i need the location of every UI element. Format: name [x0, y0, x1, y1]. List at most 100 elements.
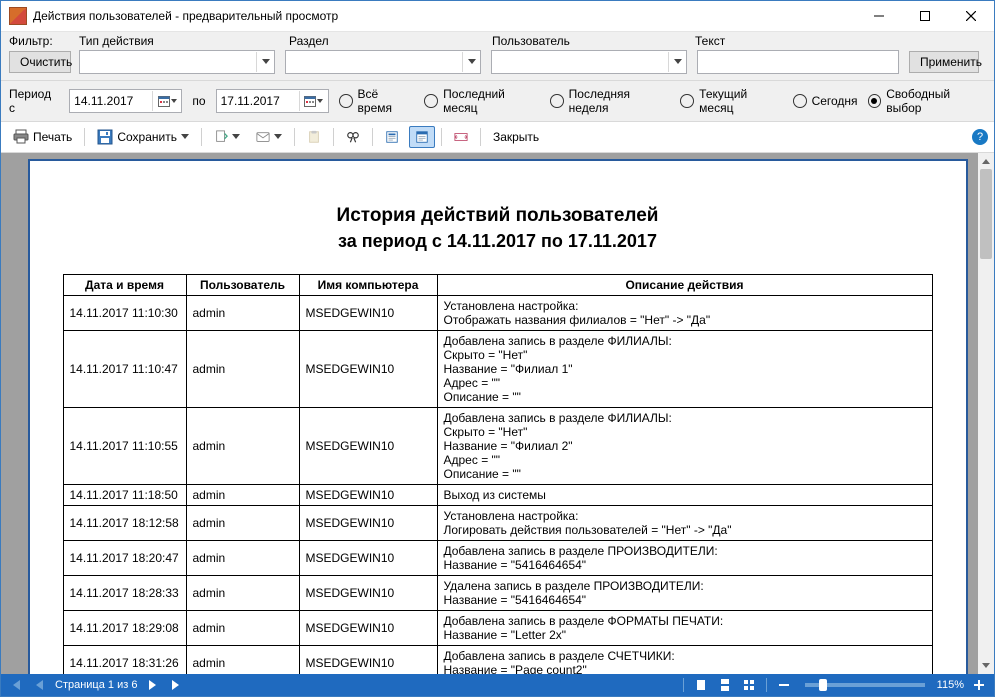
- table-row: 14.11.2017 18:28:33adminMSEDGEWIN10Удале…: [63, 576, 932, 611]
- report-subtitle: за период с 14.11.2017 по 17.11.2017: [50, 231, 946, 252]
- radio-icon: [680, 94, 694, 108]
- radio-last-week[interactable]: Последняя неделя: [550, 87, 671, 115]
- view-single-button[interactable]: [692, 676, 710, 694]
- filter-type-combo[interactable]: [79, 50, 275, 74]
- email-button[interactable]: [250, 126, 288, 148]
- save-button[interactable]: Сохранить: [91, 125, 195, 149]
- maximize-button[interactable]: [902, 1, 948, 31]
- table-header: Имя компьютера: [299, 275, 437, 296]
- separator: [84, 128, 85, 146]
- table-cell: admin: [186, 408, 299, 485]
- window-title: Действия пользователей - предварительный…: [33, 9, 856, 23]
- filter-section-input[interactable]: [286, 52, 462, 72]
- table-row: 14.11.2017 11:10:55adminMSEDGEWIN10Добав…: [63, 408, 932, 485]
- table-cell: MSEDGEWIN10: [299, 646, 437, 675]
- period-to-label: по: [192, 94, 205, 108]
- calendar-icon[interactable]: [152, 91, 181, 111]
- scroll-down-icon[interactable]: [978, 658, 994, 674]
- table-cell: admin: [186, 541, 299, 576]
- radio-today[interactable]: Сегодня: [793, 94, 858, 108]
- table-header: Описание действия: [437, 275, 932, 296]
- zoom-in-button[interactable]: [970, 676, 988, 694]
- table-cell: 14.11.2017 18:28:33: [63, 576, 186, 611]
- filter-type-input[interactable]: [80, 52, 256, 72]
- preview-area[interactable]: История действий пользователей за период…: [1, 153, 994, 674]
- close-button[interactable]: [948, 1, 994, 31]
- filter-panel: Фильтр: Тип действия Раздел Пользователь…: [1, 32, 994, 81]
- radio-current-month[interactable]: Текущий месяц: [680, 87, 782, 115]
- export-button[interactable]: [208, 126, 246, 148]
- radio-icon: [868, 94, 882, 108]
- scroll-up-icon[interactable]: [978, 153, 994, 169]
- filter-label: Фильтр:: [9, 34, 79, 48]
- table-row: 14.11.2017 18:29:08adminMSEDGEWIN10Добав…: [63, 611, 932, 646]
- separator: [372, 128, 373, 146]
- separator: [294, 128, 295, 146]
- view-continuous-button[interactable]: [716, 676, 734, 694]
- calendar-icon[interactable]: [299, 91, 328, 111]
- table-cell: 14.11.2017 11:10:55: [63, 408, 186, 485]
- period-panel: Период с 14.11.2017 по 17.11.2017 Всё вр…: [1, 81, 994, 122]
- radio-icon: [339, 94, 353, 108]
- next-page-button[interactable]: [143, 676, 161, 694]
- table-cell: 14.11.2017 11:18:50: [63, 485, 186, 506]
- filter-section-combo[interactable]: [285, 50, 481, 74]
- table-cell: 14.11.2017 11:10:47: [63, 331, 186, 408]
- minimize-button[interactable]: [856, 1, 902, 31]
- radio-free-range[interactable]: Свободный выбор: [868, 87, 986, 115]
- table-row: 14.11.2017 18:12:58adminMSEDGEWIN10Устан…: [63, 506, 932, 541]
- separator: [683, 678, 684, 692]
- chevron-down-icon[interactable]: [462, 52, 480, 72]
- date-from-value: 14.11.2017: [70, 94, 152, 108]
- table-header: Пользователь: [186, 275, 299, 296]
- toolbar: Печать Сохранить: [1, 122, 994, 153]
- fit-page-button[interactable]: [448, 126, 474, 148]
- table-row: 14.11.2017 18:31:26adminMSEDGEWIN10Добав…: [63, 646, 932, 675]
- table-cell: Добавлена запись в разделе ПРОИЗВОДИТЕЛИ…: [437, 541, 932, 576]
- view-multi-button[interactable]: [740, 676, 758, 694]
- first-page-button[interactable]: [7, 676, 25, 694]
- page-layout-2-button[interactable]: [409, 126, 435, 148]
- filter-section-label: Раздел: [289, 34, 492, 48]
- search-button[interactable]: [340, 126, 366, 148]
- separator: [766, 678, 767, 692]
- separator: [333, 128, 334, 146]
- chevron-down-icon[interactable]: [668, 52, 686, 72]
- table-cell: 14.11.2017 18:31:26: [63, 646, 186, 675]
- prev-page-button[interactable]: [31, 676, 49, 694]
- filter-user-input[interactable]: [492, 52, 668, 72]
- print-button[interactable]: Печать: [7, 125, 78, 149]
- table-cell: admin: [186, 331, 299, 408]
- chevron-down-icon[interactable]: [256, 52, 274, 72]
- scrollbar-thumb[interactable]: [980, 169, 992, 259]
- radio-all-time[interactable]: Всё время: [339, 87, 415, 115]
- titlebar: Действия пользователей - предварительный…: [1, 1, 994, 32]
- separator: [201, 128, 202, 146]
- help-button[interactable]: ?: [972, 129, 988, 145]
- paste-button[interactable]: [301, 126, 327, 148]
- separator: [441, 128, 442, 146]
- apply-button[interactable]: Применить: [909, 51, 979, 73]
- close-button[interactable]: Закрыть: [487, 126, 545, 148]
- table-cell: 14.11.2017 11:10:30: [63, 296, 186, 331]
- date-from[interactable]: 14.11.2017: [69, 89, 182, 113]
- scrollbar-track[interactable]: [978, 169, 994, 658]
- date-to[interactable]: 17.11.2017: [216, 89, 329, 113]
- zoom-slider-thumb[interactable]: [819, 679, 827, 691]
- zoom-out-button[interactable]: [775, 676, 793, 694]
- vertical-scrollbar[interactable]: [978, 153, 994, 674]
- radio-last-month[interactable]: Последний месяц: [424, 87, 540, 115]
- filter-user-combo[interactable]: [491, 50, 687, 74]
- table-cell: Добавлена запись в разделе ФИЛИАЛЫ:Скрыт…: [437, 331, 932, 408]
- zoom-slider[interactable]: [805, 683, 925, 687]
- filter-text-input[interactable]: [697, 50, 899, 74]
- table-row: 14.11.2017 18:20:47adminMSEDGEWIN10Добав…: [63, 541, 932, 576]
- page-indicator: Страница 1 из 6: [55, 679, 137, 691]
- last-page-button[interactable]: [167, 676, 185, 694]
- radio-icon: [424, 94, 438, 108]
- table-cell: Удалена запись в разделе ПРОИЗВОДИТЕЛИ:Н…: [437, 576, 932, 611]
- report-title: История действий пользователей: [50, 205, 946, 227]
- clear-button[interactable]: Очистить: [9, 51, 71, 73]
- page-layout-1-button[interactable]: [379, 126, 405, 148]
- table-cell: MSEDGEWIN10: [299, 331, 437, 408]
